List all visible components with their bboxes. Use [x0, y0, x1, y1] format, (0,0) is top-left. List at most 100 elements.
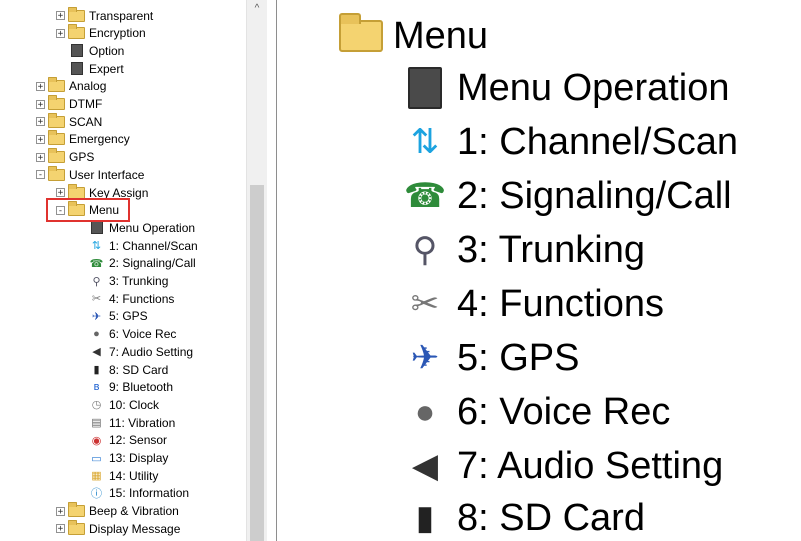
- zoom-item: Menu: [337, 12, 488, 60]
- tree-item-label: SCAN: [69, 114, 103, 129]
- tree-item[interactable]: ▭ 13: Display: [76, 450, 168, 467]
- sd-card-icon: ▮: [93, 364, 100, 376]
- zoom-item: ● 6: Voice Rec: [401, 388, 671, 436]
- tree-item[interactable]: ✈ 5: GPS: [76, 308, 148, 325]
- folder-icon: [48, 130, 65, 146]
- zoom-item: ◀ 7: Audio Setting: [401, 442, 723, 490]
- zoom-item: ☎ 2: Signaling/Call: [401, 172, 732, 220]
- tree-item[interactable]: + Analog: [36, 77, 107, 95]
- tree-item[interactable]: + Encryption: [56, 24, 146, 42]
- tree-item[interactable]: + GPS: [36, 148, 95, 166]
- tree-item[interactable]: ▮ 8: SD Card: [76, 361, 168, 378]
- tree-item[interactable]: ⇅ 1: Channel/Scan: [76, 237, 198, 254]
- expand-toggle[interactable]: +: [56, 28, 65, 38]
- bluetooth-icon: ʙ: [93, 381, 100, 394]
- zoom-item: ⚲ 3: Trunking: [401, 226, 645, 274]
- panel-gap: [268, 0, 276, 541]
- folder-icon: [48, 112, 65, 129]
- scroll-thumb[interactable]: [250, 185, 264, 541]
- tree-item-label: 11: Vibration: [109, 415, 176, 430]
- arrows-icon: ⇅: [91, 240, 102, 253]
- tree-item[interactable]: ⚲ 3: Trunking: [76, 273, 168, 290]
- tree-item[interactable]: ⓘ 15: Information: [76, 485, 189, 502]
- zoom-item-label: Menu Operation: [457, 66, 730, 109]
- tree-item-label: Encryption: [89, 26, 146, 41]
- tree-item-label: Expert: [89, 61, 124, 76]
- tree-item-label: 9: Bluetooth: [109, 380, 174, 395]
- phone-icon: ☎: [403, 177, 447, 215]
- tree-item[interactable]: + DTMF: [36, 95, 103, 113]
- tree-item-label: Transparent: [89, 8, 154, 23]
- folder-icon: [48, 95, 65, 111]
- display-icon: ▭: [91, 452, 102, 465]
- tree-item[interactable]: ✂ 4: Functions: [76, 290, 174, 307]
- folder-icon: [68, 519, 85, 536]
- folder-icon: [68, 24, 85, 40]
- tree-item-label: GPS: [69, 150, 95, 165]
- tree-item-label: 4: Functions: [109, 291, 175, 306]
- zoom-item-label: 2: Signaling/Call: [457, 174, 732, 217]
- tree-item[interactable]: ▤ 11: Vibration: [76, 414, 175, 431]
- tree-item[interactable]: - User Interface: [36, 165, 144, 183]
- expand-toggle[interactable]: +: [36, 99, 45, 109]
- expand-toggle[interactable]: +: [36, 152, 45, 162]
- tree-item[interactable]: Option: [56, 42, 124, 59]
- folder-icon: [68, 502, 85, 518]
- zoom-item-label: Menu: [393, 14, 489, 57]
- folder-icon: [48, 165, 65, 182]
- zoom-item-label: 1: Channel/Scan: [457, 120, 738, 163]
- arrows-icon: ⇅: [410, 123, 440, 161]
- tree-item-label: Display Message: [89, 521, 181, 536]
- tree-item-label: 5: GPS: [109, 309, 148, 324]
- tree-item[interactable]: ◷ 10: Clock: [76, 396, 159, 413]
- book-icon: [88, 221, 105, 235]
- vibration-icon: ▤: [91, 417, 102, 430]
- tree-item[interactable]: ● 6: Voice Rec: [76, 326, 176, 343]
- utility-icon: ▦: [91, 470, 102, 483]
- tree-item-label: DTMF: [69, 97, 103, 111]
- tree-panel: + Transparent + Encryption Option Expert + Anal…: [0, 0, 269, 541]
- zoom-item: ✂ 4: Functions: [401, 280, 664, 328]
- folder-icon: [48, 77, 65, 93]
- sd-card-icon: ▮: [415, 499, 435, 537]
- expand-toggle[interactable]: +: [56, 524, 65, 534]
- book-icon: [68, 44, 85, 58]
- tree-item[interactable]: + Beep & Vibration: [56, 502, 179, 520]
- tree-item[interactable]: Expert: [56, 60, 124, 77]
- tree-item-label: 13: Display: [109, 451, 169, 465]
- tree-item-label: Beep & Vibration: [89, 504, 179, 519]
- antenna-icon: ⚲: [92, 275, 101, 288]
- tree-item-label: 1: Channel/Scan: [109, 238, 198, 253]
- folder-icon: [337, 12, 385, 60]
- tree-item[interactable]: ▦ 14: Utility: [76, 467, 158, 484]
- zoom-item: ⇅ 1: Channel/Scan: [401, 118, 738, 166]
- tree-item[interactable]: ☎ 2: Signaling/Call: [76, 255, 196, 272]
- tools-icon: ✂: [410, 285, 440, 323]
- tree-item[interactable]: ʙ 9: Bluetooth: [76, 379, 173, 396]
- folder-icon: [48, 148, 65, 164]
- expand-toggle[interactable]: +: [56, 11, 65, 21]
- expand-toggle[interactable]: +: [56, 506, 65, 516]
- clock-icon: ◷: [91, 399, 102, 412]
- expand-toggle[interactable]: +: [36, 117, 45, 127]
- tree-item-label: Analog: [69, 79, 107, 94]
- tree-item-label: 15: Information: [109, 486, 190, 501]
- sensor-icon: ◉: [91, 434, 102, 447]
- speaker-icon: ◀: [411, 447, 439, 485]
- tree-item-label: 14: Utility: [109, 468, 159, 483]
- tree-item[interactable]: + Transparent: [56, 6, 154, 24]
- tree-item[interactable]: ◀ 7: Audio Setting: [76, 343, 193, 360]
- tree-item[interactable]: + SCAN: [36, 112, 103, 130]
- tree-item[interactable]: + Emergency: [36, 130, 130, 148]
- expand-toggle[interactable]: +: [36, 81, 45, 91]
- tree-item[interactable]: ◉ 12: Sensor: [76, 432, 167, 449]
- scroll-up-button[interactable]: ^: [247, 0, 267, 18]
- zoom-item-label: 6: Voice Rec: [457, 390, 671, 433]
- vertical-scrollbar[interactable]: ^: [246, 0, 267, 541]
- tree-item[interactable]: + Display Message: [56, 519, 181, 537]
- expand-toggle[interactable]: +: [56, 188, 65, 198]
- zoom-item: ✈ 5: GPS: [401, 334, 580, 382]
- expand-toggle[interactable]: +: [36, 134, 45, 144]
- tree-item-label: Emergency: [69, 132, 130, 147]
- collapse-toggle[interactable]: -: [36, 170, 45, 180]
